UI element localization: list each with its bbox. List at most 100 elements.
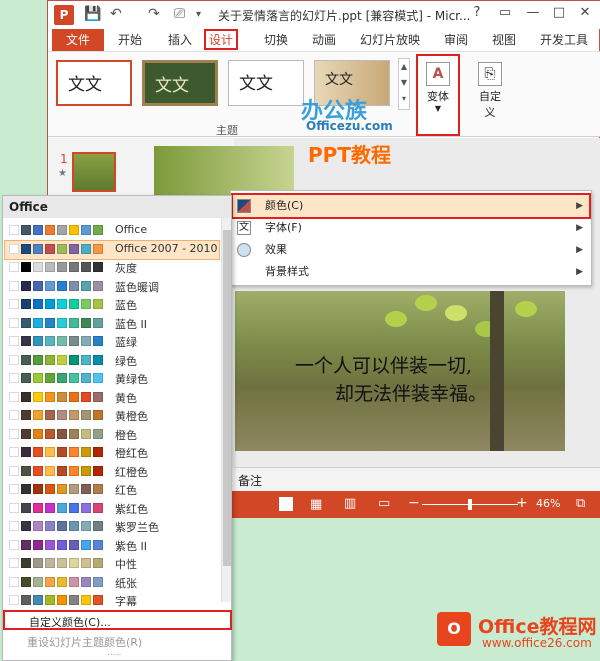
custom-colors-menu-item[interactable]: 自定义颜色(C)... bbox=[3, 610, 232, 630]
powerpoint-app-icon[interactable]: P bbox=[54, 5, 74, 25]
ribbon-display-button[interactable]: ▭ bbox=[494, 5, 516, 20]
undo-icon[interactable]: ↶ bbox=[110, 6, 122, 22]
normal-view-icon[interactable] bbox=[279, 497, 293, 511]
color-swatch bbox=[9, 336, 19, 346]
tab-transitions[interactable]: 切换 bbox=[264, 31, 288, 48]
color-swatch bbox=[81, 447, 91, 457]
color-scheme-row[interactable]: 黄色 bbox=[5, 389, 219, 407]
color-scheme-row[interactable]: 黄橙色 bbox=[5, 407, 219, 425]
customize-button[interactable]: ⎘ 自定义 bbox=[468, 56, 512, 126]
color-scheme-row[interactable]: 紫罗兰色 bbox=[5, 518, 219, 536]
slideshow-icon[interactable]: ▭ bbox=[378, 496, 390, 511]
color-swatch bbox=[21, 502, 31, 513]
color-scheme-row[interactable]: 蓝色 II bbox=[5, 315, 219, 333]
menu-item-fonts[interactable]: 文 字体(F) ▶ bbox=[233, 217, 589, 239]
color-swatch bbox=[45, 428, 55, 439]
color-swatch bbox=[81, 225, 91, 235]
color-scheme-row[interactable]: Office bbox=[5, 222, 219, 240]
save-icon[interactable]: 💾 bbox=[84, 6, 101, 22]
color-swatch bbox=[93, 243, 103, 254]
color-scheme-row[interactable]: 灰度 bbox=[5, 259, 219, 277]
fit-slide-icon[interactable]: ⧉ bbox=[576, 496, 585, 511]
color-swatch bbox=[9, 484, 19, 494]
zoom-out-button[interactable]: − bbox=[408, 495, 420, 511]
color-scheme-row[interactable]: 橙色 bbox=[5, 426, 219, 444]
slide-sorter-icon[interactable]: ▦ bbox=[310, 497, 322, 512]
color-swatch bbox=[45, 354, 55, 365]
color-scheme-row[interactable]: 中性 bbox=[5, 555, 219, 573]
theme-thumbnail[interactable]: 文文 bbox=[142, 60, 218, 106]
maximize-button[interactable]: □ bbox=[548, 5, 570, 20]
zoom-level[interactable]: 46% bbox=[536, 497, 560, 510]
resize-grip-icon[interactable]: ..... bbox=[107, 648, 121, 658]
help-button[interactable]: ? bbox=[466, 5, 488, 20]
scrollbar-thumb[interactable] bbox=[223, 230, 231, 566]
tab-animations[interactable]: 动画 bbox=[312, 31, 336, 48]
color-scheme-row[interactable]: 字幕 bbox=[5, 592, 219, 610]
color-swatch bbox=[57, 243, 67, 254]
color-scheme-name: 橙色 bbox=[115, 428, 137, 442]
zoom-in-button[interactable]: + bbox=[516, 495, 528, 511]
color-scheme-name: 蓝色 II bbox=[115, 317, 147, 331]
color-swatch bbox=[93, 521, 103, 531]
start-slideshow-icon[interactable]: ⎚ bbox=[174, 6, 185, 22]
color-swatch bbox=[93, 373, 103, 383]
minimize-button[interactable]: — bbox=[522, 5, 544, 20]
color-scheme-row[interactable]: 橙红色 bbox=[5, 444, 219, 462]
theme-thumbnail[interactable]: 文文 bbox=[56, 60, 132, 106]
menu-item-effects[interactable]: 效果 ▶ bbox=[233, 239, 589, 261]
tab-design[interactable]: 设计 bbox=[204, 29, 239, 50]
color-scheme-row[interactable]: 黄绿色 bbox=[5, 370, 219, 388]
menu-item-colors[interactable]: 颜色(C) ▶ bbox=[231, 193, 591, 219]
color-scheme-row[interactable]: 绿色 bbox=[5, 352, 219, 370]
redo-icon[interactable]: ↷ bbox=[148, 6, 160, 22]
slide[interactable]: 一个人可以伴装一切, 却无法伴装幸福。 bbox=[235, 291, 565, 451]
color-swatch bbox=[33, 576, 43, 587]
theme-thumbnail[interactable]: 文文 bbox=[228, 60, 304, 106]
color-scheme-name: 紫色 II bbox=[115, 539, 147, 553]
color-swatch bbox=[9, 595, 19, 605]
color-scheme-row[interactable]: 蓝绿 bbox=[5, 333, 219, 351]
dropdown-scrollbar[interactable] bbox=[221, 218, 231, 602]
color-scheme-name: 蓝色暖调 bbox=[115, 280, 159, 294]
zoom-slider-thumb[interactable] bbox=[468, 499, 472, 510]
tab-insert[interactable]: 插入 bbox=[168, 31, 192, 48]
leaf-decoration bbox=[445, 305, 467, 321]
tree-trunk bbox=[490, 291, 504, 451]
color-swatch bbox=[57, 539, 67, 550]
color-swatch bbox=[93, 484, 103, 494]
color-swatch bbox=[69, 447, 79, 457]
color-scheme-row[interactable]: 蓝色 bbox=[5, 296, 219, 314]
color-swatch bbox=[81, 280, 91, 291]
color-swatch bbox=[9, 391, 19, 402]
slide-thumbnail[interactable] bbox=[72, 152, 116, 192]
color-scheme-row[interactable]: Office 2007 - 2010 bbox=[4, 239, 220, 260]
tab-developer[interactable]: 开发工具 bbox=[540, 31, 588, 48]
notes-bar[interactable]: 备注 bbox=[234, 467, 600, 491]
reading-view-icon[interactable]: ▥ bbox=[344, 496, 356, 511]
menu-item-background-styles[interactable]: 背景样式 ▶ bbox=[233, 261, 589, 283]
color-scheme-row[interactable]: 纸张 bbox=[5, 574, 219, 592]
color-scheme-row[interactable]: 红色 bbox=[5, 481, 219, 499]
tab-file[interactable]: 文件 bbox=[52, 29, 104, 51]
customize-qat-icon[interactable]: ▾ bbox=[196, 9, 201, 20]
color-swatch bbox=[33, 539, 43, 550]
variants-button[interactable]: A 变体 ▼ bbox=[416, 54, 460, 136]
tab-review[interactable]: 审阅 bbox=[444, 31, 468, 48]
variant-submenu: 颜色(C) ▶ 文 字体(F) ▶ 效果 ▶ 背景样式 ▶ bbox=[230, 190, 592, 286]
color-scheme-row[interactable]: 蓝色暖调 bbox=[5, 278, 219, 296]
color-swatch bbox=[45, 465, 55, 476]
tab-view[interactable]: 视图 bbox=[492, 31, 516, 48]
reset-theme-colors-menu-item: 重设幻灯片主题颜色(R) bbox=[27, 636, 143, 649]
color-swatch bbox=[33, 428, 43, 439]
close-button[interactable]: ✕ bbox=[574, 5, 596, 20]
chevron-right-icon: ▶ bbox=[576, 223, 583, 233]
tab-slideshow[interactable]: 幻灯片放映 bbox=[360, 31, 420, 48]
tab-home[interactable]: 开始 bbox=[118, 31, 142, 48]
color-scheme-row[interactable]: 紫色 II bbox=[5, 537, 219, 555]
color-swatch bbox=[93, 336, 103, 346]
color-scheme-row[interactable]: 红橙色 bbox=[5, 463, 219, 481]
color-swatch bbox=[93, 558, 103, 568]
color-scheme-row[interactable]: 紫红色 bbox=[5, 500, 219, 518]
theme-gallery-scroll[interactable]: ▲ ▼ ▾ bbox=[398, 58, 410, 110]
